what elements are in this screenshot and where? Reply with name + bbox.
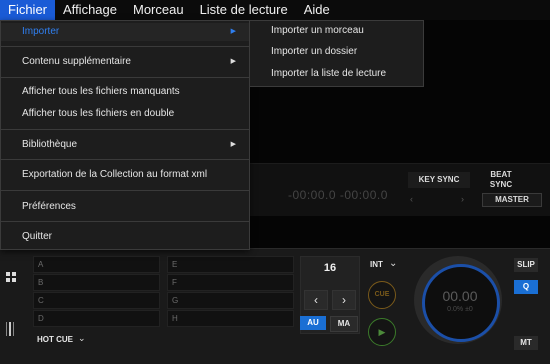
hot-cue-g[interactable]: G bbox=[167, 292, 294, 309]
menu-separator bbox=[1, 221, 249, 222]
submenu-item-importer-liste[interactable]: Importer la liste de lecture bbox=[250, 65, 423, 83]
menu-separator bbox=[1, 159, 249, 160]
menu-item-fichiers-manquants[interactable]: Afficher tous les fichiers manquants bbox=[1, 83, 249, 101]
hot-cue-a[interactable]: A bbox=[33, 256, 160, 273]
key-sync-button[interactable]: KEY SYNC bbox=[408, 172, 470, 188]
submenu-item-importer-dossier[interactable]: Importer un dossier bbox=[250, 43, 423, 61]
menu-aide[interactable]: Aide bbox=[296, 0, 338, 20]
menu-item-importer[interactable]: Importer ▶ bbox=[1, 23, 249, 41]
ma-button[interactable]: MA bbox=[330, 316, 358, 332]
hot-cue-chevron-down-icon[interactable]: ⌄ bbox=[78, 333, 86, 344]
beat-sync-button[interactable]: BEAT SYNC bbox=[483, 170, 519, 192]
menu-affichage[interactable]: Affichage bbox=[55, 0, 125, 20]
master-tempo-button[interactable]: MT bbox=[514, 336, 538, 350]
beat-jump-back-button[interactable]: ‹ bbox=[304, 290, 328, 310]
hot-cue-f[interactable]: F bbox=[167, 274, 294, 291]
key-next-icon[interactable]: › bbox=[461, 194, 464, 204]
hot-cue-c[interactable]: C bbox=[33, 292, 160, 309]
submenu-arrow-icon: ▶ bbox=[230, 58, 236, 65]
hot-cue-h[interactable]: H bbox=[167, 310, 294, 327]
slip-button[interactable]: SLIP bbox=[514, 258, 538, 272]
play-button[interactable]: ▶ bbox=[368, 318, 396, 346]
jog-pitch-display: 0.0% ±0 bbox=[447, 306, 473, 313]
menu-item-quitter[interactable]: Quitter bbox=[1, 228, 249, 246]
submenu-arrow-icon: ▶ bbox=[230, 28, 236, 35]
menu-separator bbox=[1, 77, 249, 78]
menu-item-contenu-supplementaire[interactable]: Contenu supplémentaire ▶ bbox=[1, 53, 249, 71]
int-select[interactable]: INT bbox=[370, 260, 383, 269]
beat-jump-forward-button[interactable]: › bbox=[332, 290, 356, 310]
hot-cue-e[interactable]: E bbox=[167, 256, 294, 273]
menubar: Fichier Affichage Morceau Liste de lectu… bbox=[0, 0, 550, 20]
fader-view-icon[interactable] bbox=[6, 322, 16, 341]
menu-fichier[interactable]: Fichier bbox=[0, 0, 56, 20]
grid-view-icon[interactable] bbox=[6, 269, 16, 287]
beat-jump-value: 16 bbox=[323, 262, 337, 274]
menu-item-bibliotheque[interactable]: Bibliothèque ▶ bbox=[1, 136, 249, 154]
menu-item-exportation-xml[interactable]: Exportation de la Collection au format x… bbox=[1, 166, 249, 184]
menu-item-preferences[interactable]: Préférences bbox=[1, 198, 249, 216]
menu-liste-de-lecture[interactable]: Liste de lecture bbox=[192, 0, 296, 20]
hot-cue-mode-label[interactable]: HOT CUE bbox=[37, 335, 73, 344]
quantize-button[interactable]: Q bbox=[514, 280, 538, 294]
menu-morceau[interactable]: Morceau bbox=[125, 0, 192, 20]
menu-item-fichiers-en-double[interactable]: Afficher tous les fichiers en double bbox=[1, 105, 249, 123]
submenu-arrow-icon: ▶ bbox=[230, 141, 236, 148]
hot-cue-d[interactable]: D bbox=[33, 310, 160, 327]
import-submenu: Importer un morceau Importer un dossier … bbox=[249, 20, 424, 87]
file-menu-dropdown: Importer ▶ Contenu supplémentaire ▶ Affi… bbox=[0, 20, 250, 250]
int-chevron-down-icon[interactable]: ⌄ bbox=[389, 258, 397, 269]
au-button[interactable]: AU bbox=[300, 316, 326, 330]
key-prev-icon[interactable]: ‹ bbox=[410, 194, 413, 204]
hot-cue-b[interactable]: B bbox=[33, 274, 160, 291]
menu-separator bbox=[1, 46, 249, 47]
jog-time-display: 00.00 bbox=[442, 288, 478, 304]
master-button[interactable]: MASTER bbox=[482, 193, 542, 207]
menu-separator bbox=[1, 129, 249, 130]
menu-separator bbox=[1, 190, 249, 191]
cue-button[interactable]: CUE bbox=[368, 281, 396, 309]
submenu-item-importer-morceau[interactable]: Importer un morceau bbox=[250, 22, 423, 40]
time-readout: -00:00.0 -00:00.0 bbox=[288, 188, 388, 202]
hot-cue-grid: A B C D E F G H bbox=[33, 256, 295, 327]
